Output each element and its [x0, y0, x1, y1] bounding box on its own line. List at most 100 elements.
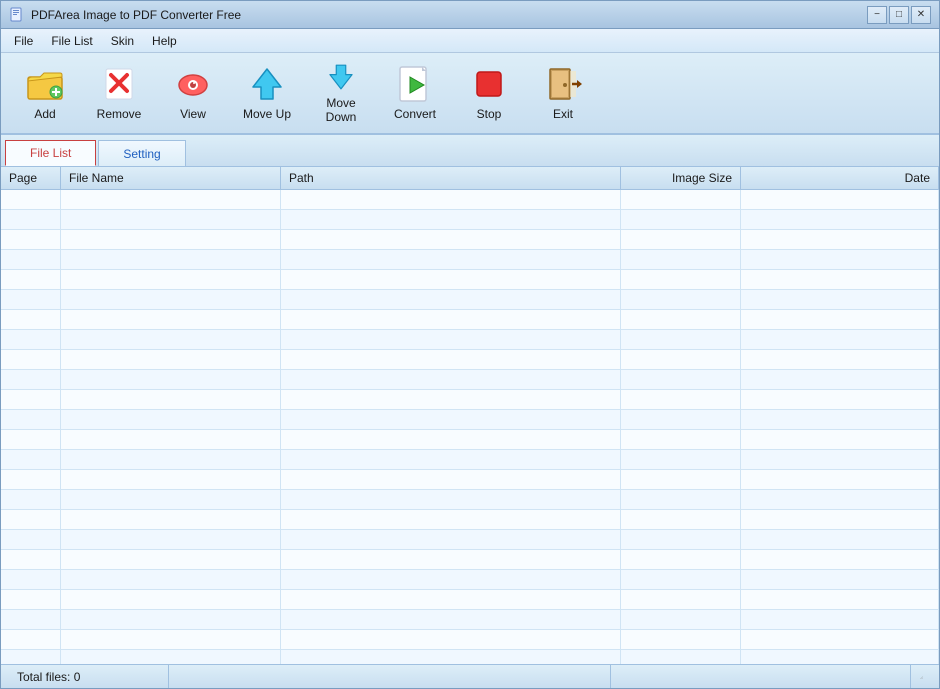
table-row[interactable] — [1, 650, 939, 664]
table-cell — [281, 390, 621, 409]
view-button[interactable]: View — [157, 57, 229, 129]
add-icon — [24, 65, 66, 103]
table-cell — [621, 350, 741, 369]
tab-setting[interactable]: Setting — [98, 140, 185, 166]
exit-button[interactable]: Exit — [527, 57, 599, 129]
table-cell — [1, 490, 61, 509]
table-row[interactable] — [1, 490, 939, 510]
table-row[interactable] — [1, 610, 939, 630]
add-button[interactable]: Add — [9, 57, 81, 129]
table-cell — [281, 210, 621, 229]
table-row[interactable] — [1, 230, 939, 250]
title-bar-left: PDFArea Image to PDF Converter Free — [9, 7, 241, 23]
table-row[interactable] — [1, 530, 939, 550]
table-cell — [1, 550, 61, 569]
menu-skin[interactable]: Skin — [102, 30, 143, 52]
convert-button[interactable]: Convert — [379, 57, 451, 129]
table-row[interactable] — [1, 330, 939, 350]
table-row[interactable] — [1, 430, 939, 450]
view-label: View — [180, 107, 206, 121]
stop-button[interactable]: Stop — [453, 57, 525, 129]
table-cell — [741, 230, 939, 249]
table-cell — [741, 590, 939, 609]
move-down-button[interactable]: Move Down — [305, 57, 377, 129]
table-cell — [621, 310, 741, 329]
table-cell — [621, 390, 741, 409]
table-cell — [281, 530, 621, 549]
table-row[interactable] — [1, 250, 939, 270]
table-cell — [281, 350, 621, 369]
table-cell — [741, 250, 939, 269]
table-cell — [61, 230, 281, 249]
menu-help[interactable]: Help — [143, 30, 186, 52]
table-row[interactable] — [1, 570, 939, 590]
table-row[interactable] — [1, 370, 939, 390]
file-table[interactable]: Page File Name Path Image Size Date — [1, 167, 939, 664]
table-row[interactable] — [1, 590, 939, 610]
table-row[interactable] — [1, 510, 939, 530]
tab-file-list[interactable]: File List — [5, 140, 96, 166]
table-cell — [621, 230, 741, 249]
table-cell — [1, 310, 61, 329]
table-cell — [61, 510, 281, 529]
table-cell — [741, 370, 939, 389]
table-cell — [1, 470, 61, 489]
table-row[interactable] — [1, 190, 939, 210]
table-cell — [621, 370, 741, 389]
table-cell — [621, 470, 741, 489]
table-cell — [1, 650, 61, 664]
table-cell — [741, 610, 939, 629]
table-cell — [61, 550, 281, 569]
title-buttons: − □ ✕ — [867, 6, 931, 24]
table-row[interactable] — [1, 390, 939, 410]
table-cell — [741, 350, 939, 369]
table-cell — [621, 650, 741, 664]
menu-file-list[interactable]: File List — [42, 30, 101, 52]
close-button[interactable]: ✕ — [911, 6, 931, 24]
table-row[interactable] — [1, 310, 939, 330]
col-header-image-size: Image Size — [621, 167, 741, 189]
table-cell — [281, 650, 621, 664]
table-cell — [61, 350, 281, 369]
table-header: Page File Name Path Image Size Date — [1, 167, 939, 190]
table-cell — [61, 310, 281, 329]
table-cell — [61, 650, 281, 664]
status-segment-2 — [169, 665, 611, 688]
table-cell — [61, 610, 281, 629]
table-cell — [61, 630, 281, 649]
table-row[interactable] — [1, 550, 939, 570]
table-cell — [621, 630, 741, 649]
table-row[interactable] — [1, 410, 939, 430]
table-cell — [61, 530, 281, 549]
table-cell — [61, 450, 281, 469]
table-cell — [621, 410, 741, 429]
add-label: Add — [34, 107, 55, 121]
move-down-icon — [320, 62, 362, 92]
table-cell — [61, 470, 281, 489]
move-up-button[interactable]: Move Up — [231, 57, 303, 129]
table-row[interactable] — [1, 470, 939, 490]
remove-label: Remove — [97, 107, 142, 121]
remove-button[interactable]: Remove — [83, 57, 155, 129]
table-cell — [621, 450, 741, 469]
move-up-icon — [246, 65, 288, 103]
table-row[interactable] — [1, 450, 939, 470]
table-row[interactable] — [1, 350, 939, 370]
table-cell — [1, 290, 61, 309]
table-row[interactable] — [1, 210, 939, 230]
minimize-button[interactable]: − — [867, 6, 887, 24]
table-cell — [621, 510, 741, 529]
table-cell — [1, 350, 61, 369]
table-cell — [621, 570, 741, 589]
table-cell — [281, 630, 621, 649]
menu-file[interactable]: File — [5, 30, 42, 52]
resize-handle[interactable] — [911, 665, 931, 688]
maximize-button[interactable]: □ — [889, 6, 909, 24]
table-cell — [621, 490, 741, 509]
table-cell — [741, 310, 939, 329]
table-cell — [281, 590, 621, 609]
table-row[interactable] — [1, 290, 939, 310]
table-row[interactable] — [1, 270, 939, 290]
table-row[interactable] — [1, 630, 939, 650]
table-cell — [621, 610, 741, 629]
